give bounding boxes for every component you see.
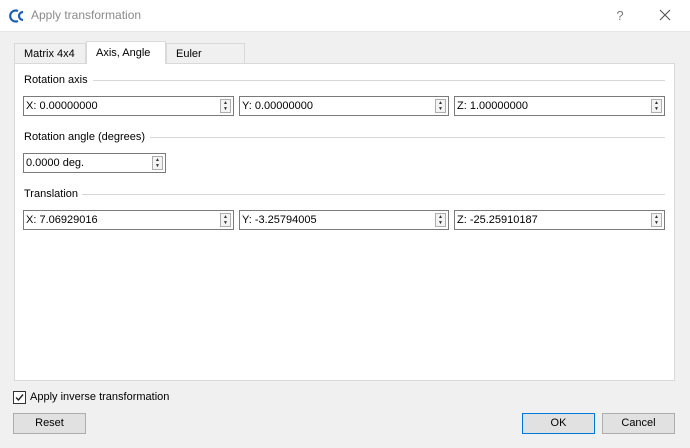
translation-title: Translation xyxy=(24,188,83,200)
translation-x-field[interactable]: X: 7.06929016 ▲ ▼ xyxy=(23,210,234,230)
title-bar: Apply transformation ? xyxy=(0,0,690,32)
rotation-axis-title: Rotation axis xyxy=(24,74,92,86)
help-button[interactable]: ? xyxy=(606,2,634,29)
spin-down-icon[interactable]: ▼ xyxy=(652,106,661,112)
tab-axis-angle[interactable]: Axis, Angle xyxy=(86,41,166,64)
spin-down-icon[interactable]: ▼ xyxy=(221,220,230,226)
rotation-angle-value: 0.0000 deg. xyxy=(26,157,85,169)
spin-down-icon[interactable]: ▼ xyxy=(221,106,230,112)
apply-inverse-label[interactable]: Apply inverse transformation xyxy=(30,391,169,403)
spin-buttons[interactable]: ▲ ▼ xyxy=(220,99,231,113)
spin-down-icon[interactable]: ▼ xyxy=(436,106,445,112)
tab-label: Axis, Angle xyxy=(96,47,151,59)
group-divider xyxy=(150,137,665,138)
rotation-angle-title: Rotation angle (degrees) xyxy=(24,131,150,143)
rotation-axis-y-field[interactable]: Y: 0.00000000 ▲ ▼ xyxy=(239,96,449,116)
spin-down-icon[interactable]: ▼ xyxy=(436,220,445,226)
translation-z-field[interactable]: Z: -25.25910187 ▲ ▼ xyxy=(454,210,665,230)
window-title: Apply transformation xyxy=(31,8,142,22)
close-button[interactable] xyxy=(650,2,680,29)
translation-x-value: X: 7.06929016 xyxy=(26,214,98,226)
spin-down-icon[interactable]: ▼ xyxy=(652,220,661,226)
spin-buttons[interactable]: ▲ ▼ xyxy=(152,156,163,170)
axis-angle-panel: Rotation axis X: 0.00000000 ▲ ▼ Y: 0.000… xyxy=(14,63,675,381)
group-divider xyxy=(93,80,665,81)
spin-buttons[interactable]: ▲ ▼ xyxy=(435,213,446,227)
close-icon xyxy=(659,9,671,21)
rotation-axis-x-field[interactable]: X: 0.00000000 ▲ ▼ xyxy=(23,96,234,116)
rotation-angle-field[interactable]: 0.0000 deg. ▲ ▼ xyxy=(23,153,166,173)
tab-label: Matrix 4x4 xyxy=(24,48,75,60)
spin-buttons[interactable]: ▲ ▼ xyxy=(651,99,662,113)
rotation-axis-x-value: X: 0.00000000 xyxy=(26,100,98,112)
translation-z-value: Z: -25.25910187 xyxy=(457,214,538,226)
group-divider xyxy=(81,194,665,195)
cloudcompare-app-icon xyxy=(9,9,24,23)
cancel-button[interactable]: Cancel xyxy=(602,413,675,434)
translation-y-value: Y: -3.25794005 xyxy=(242,214,317,226)
ok-button[interactable]: OK xyxy=(522,413,595,434)
rotation-axis-y-value: Y: 0.00000000 xyxy=(242,100,313,112)
spin-buttons[interactable]: ▲ ▼ xyxy=(220,213,231,227)
spin-down-icon[interactable]: ▼ xyxy=(153,163,162,169)
reset-button[interactable]: Reset xyxy=(13,413,86,434)
translation-y-field[interactable]: Y: -3.25794005 ▲ ▼ xyxy=(239,210,449,230)
apply-inverse-checkbox[interactable] xyxy=(13,391,26,404)
tab-euler-angles[interactable]: Euler angles xyxy=(166,43,245,80)
tab-matrix-4x4[interactable]: Matrix 4x4 xyxy=(14,43,86,63)
rotation-axis-z-field[interactable]: Z: 1.00000000 ▲ ▼ xyxy=(454,96,665,116)
spin-buttons[interactable]: ▲ ▼ xyxy=(651,213,662,227)
checkmark-icon xyxy=(15,394,24,402)
rotation-axis-z-value: Z: 1.00000000 xyxy=(457,100,528,112)
spin-buttons[interactable]: ▲ ▼ xyxy=(435,99,446,113)
